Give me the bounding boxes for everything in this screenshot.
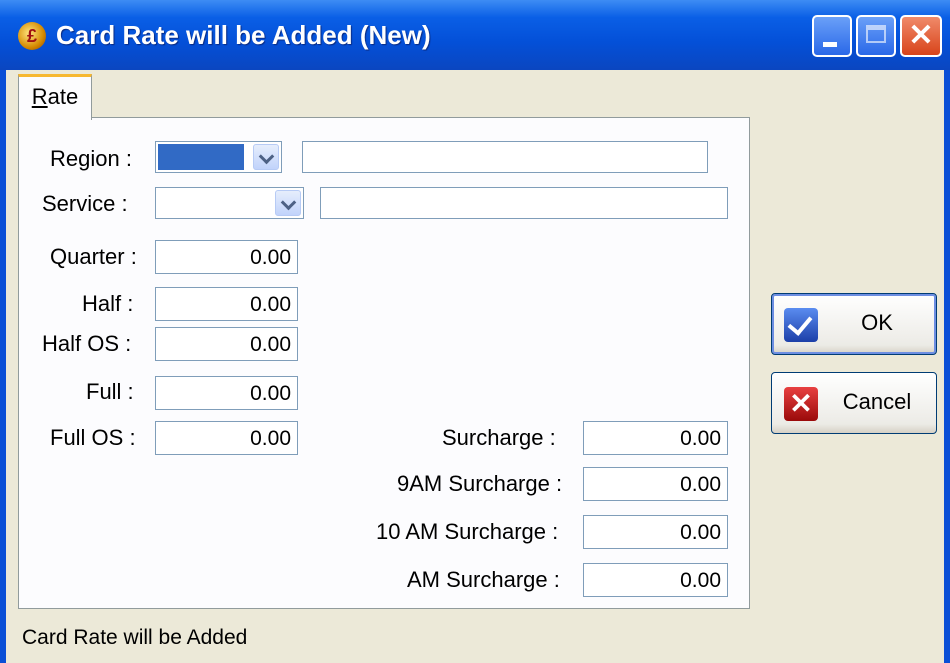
ok-button-label: OK (861, 310, 893, 335)
full-os-label: Full OS : (50, 425, 136, 450)
cancel-button-label: Cancel (842, 389, 912, 414)
tab-rate-label: ate (47, 84, 79, 109)
region-combo[interactable] (155, 141, 282, 173)
surcharge-9am-field[interactable]: 0.00 (583, 467, 728, 501)
chevron-down-icon[interactable] (253, 144, 279, 170)
close-icon: ✕ (908, 19, 934, 52)
quarter-field[interactable]: 0.00 (155, 240, 298, 274)
full-os-field[interactable]: 0.00 (155, 421, 298, 455)
close-button[interactable]: ✕ (900, 15, 942, 57)
surcharge-am-field[interactable]: 0.00 (583, 563, 728, 597)
minimize-button[interactable] (812, 15, 852, 57)
surcharge-label: Surcharge : (442, 425, 556, 450)
region-combo-selection (158, 144, 244, 170)
tab-rate-hotkey: R (31, 84, 48, 109)
status-bar-text: Card Rate will be Added (22, 626, 248, 649)
service-combo[interactable] (155, 187, 304, 219)
maximize-button[interactable] (856, 15, 896, 57)
cancel-button[interactable]: ✕ Cancel (771, 372, 937, 434)
region-label: Region : (50, 146, 132, 171)
full-field[interactable]: 0.00 (155, 376, 298, 410)
service-description-field[interactable] (320, 187, 728, 219)
title-bar[interactable]: £ Card Rate will be Added (New) ✕ (0, 0, 950, 70)
pound-coin-icon: £ (18, 22, 46, 50)
chevron-down-icon[interactable] (275, 190, 301, 216)
half-field[interactable]: 0.00 (155, 287, 298, 321)
surcharge-field[interactable]: 0.00 (583, 421, 728, 455)
surcharge-9am-label: 9AM Surcharge : (397, 471, 563, 496)
half-label: Half : (82, 291, 134, 316)
quarter-label: Quarter : (50, 244, 137, 269)
half-os-label: Half OS : (42, 331, 132, 356)
ok-button[interactable]: OK (771, 293, 937, 355)
dialog-window: £ Card Rate will be Added (New) ✕ Rate R… (0, 0, 950, 663)
checkmark-icon (784, 308, 818, 342)
surcharge-am-label: AM Surcharge : (407, 567, 560, 592)
surcharge-10am-label: 10 AM Surcharge : (376, 519, 559, 544)
window-title: Card Rate will be Added (New) (56, 20, 431, 50)
service-label: Service : (42, 191, 128, 216)
region-description-field[interactable] (302, 141, 708, 173)
half-os-field[interactable]: 0.00 (155, 327, 298, 361)
full-label: Full : (86, 379, 134, 404)
close-icon: ✕ (784, 387, 818, 421)
surcharge-10am-field[interactable]: 0.00 (583, 515, 728, 549)
tab-rate[interactable]: Rate (18, 74, 92, 120)
